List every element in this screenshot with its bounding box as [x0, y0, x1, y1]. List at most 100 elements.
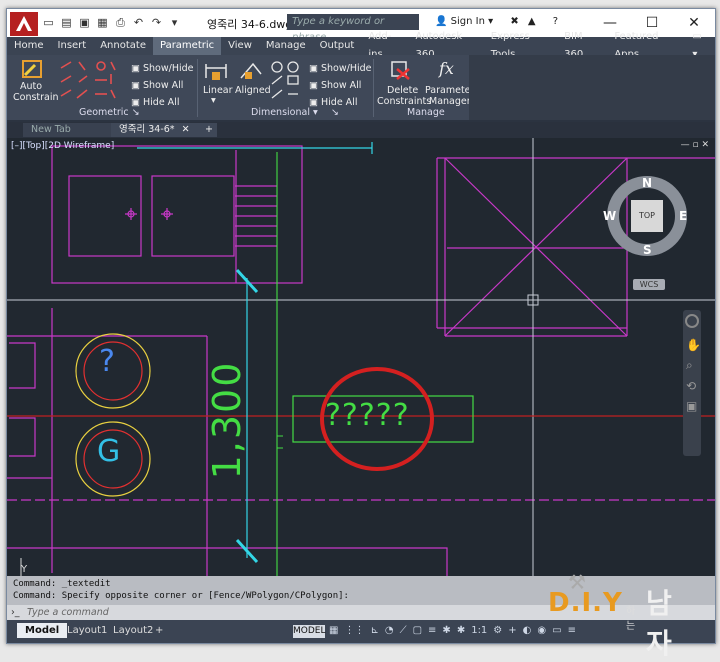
- delete-constraints-icon[interactable]: [389, 59, 411, 81]
- panel-divider: [197, 59, 198, 117]
- aligned-dimension-icon[interactable]: [239, 60, 263, 82]
- question-text[interactable]: ?????: [325, 398, 410, 433]
- annotation-visibility-icon[interactable]: ✱: [442, 625, 450, 636]
- dimensional-small-icons[interactable]: [269, 60, 303, 104]
- autocad-window: ▭ ▤ ▣ ▦ ⎙ ↶ ↷ ▾ 영죽리 34-6.dwg Type a keyw…: [6, 8, 716, 644]
- geometric-constraints-grid[interactable]: [59, 60, 117, 104]
- compass-south[interactable]: S: [643, 243, 652, 257]
- ribbon-panel-parametric: Auto Constrain ▣ Show/Hide ▣ Show All ▣ …: [7, 55, 479, 120]
- annotation-scale-icon[interactable]: ✱: [457, 625, 465, 636]
- doc-tab-current-label: 영죽리 34-6*: [119, 124, 175, 135]
- zoom-icon[interactable]: ⌕: [686, 358, 701, 373]
- viewport-window-controls[interactable]: — ▫ ✕: [681, 140, 709, 150]
- dim-show-hide-label: Show/Hide: [321, 63, 372, 74]
- save-icon[interactable]: ▣: [77, 15, 92, 30]
- hardware-accel-icon[interactable]: ◉: [537, 625, 546, 636]
- panel-label-dimensional[interactable]: Dimensional ▾ ↘: [251, 107, 339, 118]
- open-folder-icon[interactable]: ▤: [59, 15, 74, 30]
- geo-show-all[interactable]: ▣ Show All: [131, 80, 183, 91]
- drawing-canvas[interactable]: [–][Top][2D Wireframe] — ▫ ✕ 1,300 ?????…: [7, 138, 715, 576]
- geo-show-all-label: Show All: [143, 80, 184, 91]
- add-tab-button[interactable]: +: [201, 123, 217, 137]
- compass-west[interactable]: W: [603, 209, 616, 223]
- command-prompt-icon: ›_: [11, 607, 20, 618]
- y-axis-label: Y: [21, 564, 28, 575]
- tab-insert[interactable]: Insert: [51, 37, 94, 55]
- panel-label-geometric[interactable]: Geometric ↘: [79, 107, 140, 118]
- geo-show-hide[interactable]: ▣ Show/Hide: [131, 63, 194, 74]
- isodraft-icon[interactable]: ⟋: [400, 625, 407, 636]
- qat-dropdown-icon[interactable]: ▾: [167, 15, 182, 30]
- grid-icon[interactable]: ▦: [329, 625, 338, 636]
- doc-tab-current[interactable]: 영죽리 34-6* ✕: [111, 123, 201, 137]
- dimension-text[interactable]: 1,300: [205, 360, 249, 480]
- params-label-2: Manager: [429, 96, 471, 107]
- add-layout-button[interactable]: +: [151, 623, 167, 638]
- tab-output[interactable]: Output: [313, 37, 362, 55]
- quick-access-toolbar: ▭ ▤ ▣ ▦ ⎙ ↶ ↷ ▾: [41, 15, 182, 31]
- viewcube[interactable]: TOP N S E W: [603, 174, 689, 258]
- scale-label[interactable]: 1:1: [471, 625, 487, 636]
- geo-hide-all-label: Hide All: [143, 97, 180, 108]
- point-markers: [125, 208, 173, 220]
- model-space-button[interactable]: MODEL: [293, 625, 325, 638]
- undo-icon[interactable]: ↶: [131, 15, 146, 30]
- osnap-icon[interactable]: ▢: [413, 625, 422, 636]
- sign-in-button[interactable]: 👤 Sign In ▾ ✖ ▲ ?: [435, 16, 558, 27]
- tab-annotate[interactable]: Annotate: [93, 37, 153, 55]
- pan-hand-icon[interactable]: ✋: [686, 338, 701, 352]
- parameters-manager-icon[interactable]: fx: [439, 59, 454, 78]
- add-icon[interactable]: +: [508, 625, 516, 636]
- customize-icon[interactable]: ≡: [568, 625, 576, 636]
- dim-show-all[interactable]: ▣ Show All: [309, 80, 361, 91]
- geometric-label: Geometric: [79, 107, 129, 118]
- lineweight-icon[interactable]: ≡: [428, 625, 436, 636]
- orbit-icon[interactable]: ⟲: [686, 379, 701, 393]
- dim-show-hide-icon: ▣: [309, 63, 321, 74]
- auto-constrain-icon[interactable]: [21, 59, 45, 81]
- cyan-dimension-line: [137, 142, 373, 564]
- viewport-controls[interactable]: [–][Top][2D Wireframe]: [11, 141, 114, 151]
- document-title: 영죽리 34-6.dwg: [207, 18, 293, 31]
- print-icon[interactable]: ⎙: [113, 15, 128, 30]
- geo-show-hide-label: Show/Hide: [143, 63, 194, 74]
- new-file-icon[interactable]: ▭: [41, 15, 56, 30]
- green-ticks: [277, 435, 283, 449]
- tab-home[interactable]: Home: [7, 37, 51, 55]
- isolate-icon[interactable]: ◐: [523, 625, 532, 636]
- viewcube-top-face[interactable]: TOP: [631, 200, 663, 232]
- panel-dropdown-icon: ▾: [313, 107, 318, 118]
- save-as-icon[interactable]: ▦: [95, 15, 110, 30]
- doc-tab-close-icon[interactable]: ✕: [182, 124, 190, 135]
- wcs-menu[interactable]: WCS: [633, 279, 665, 290]
- clean-screen-icon[interactable]: ▭: [552, 625, 561, 636]
- dim-show-hide[interactable]: ▣ Show/Hide: [309, 63, 372, 74]
- exchange-icon[interactable]: ✖: [510, 16, 518, 27]
- workspace-gear-icon[interactable]: ⚙: [493, 625, 502, 636]
- tab-view[interactable]: View: [221, 37, 259, 55]
- compass-north[interactable]: N: [642, 176, 652, 190]
- autodesk-icon[interactable]: ▲: [528, 16, 536, 27]
- snap-icon[interactable]: ⋮⋮: [344, 625, 364, 636]
- user-icon: 👤: [435, 16, 448, 27]
- steering-wheel-icon[interactable]: [685, 314, 699, 328]
- command-history-line-1: Command: _textedit: [13, 579, 111, 589]
- redo-icon[interactable]: ↷: [149, 15, 164, 30]
- ribbon-tab-bar: Home Insert Annotate Parametric View Manage Ou…: [7, 31, 715, 60]
- autocad-logo-icon[interactable]: [10, 12, 38, 36]
- ortho-icon[interactable]: ⊾: [370, 625, 378, 636]
- linear-dimension-icon[interactable]: [204, 60, 228, 82]
- tab-manage[interactable]: Manage: [259, 37, 313, 55]
- sign-in-label: Sign In: [450, 16, 485, 27]
- help-icon[interactable]: ?: [553, 16, 558, 27]
- panel-label-manage[interactable]: Manage: [407, 107, 445, 118]
- doc-tab-new[interactable]: New Tab: [23, 123, 125, 137]
- show-hide-icon: ▣: [131, 63, 143, 74]
- polar-icon[interactable]: ◔: [385, 625, 394, 636]
- showmotion-icon[interactable]: ▣: [686, 399, 701, 413]
- compass-east[interactable]: E: [679, 209, 687, 223]
- linear-dropdown-icon[interactable]: ▾: [211, 95, 216, 106]
- tab-parametric[interactable]: Parametric: [152, 37, 222, 55]
- document-tab-bar: New Tab 영죽리 34-6* ✕ +: [7, 122, 715, 138]
- auto-constrain-label-2: Constrain: [13, 92, 59, 103]
